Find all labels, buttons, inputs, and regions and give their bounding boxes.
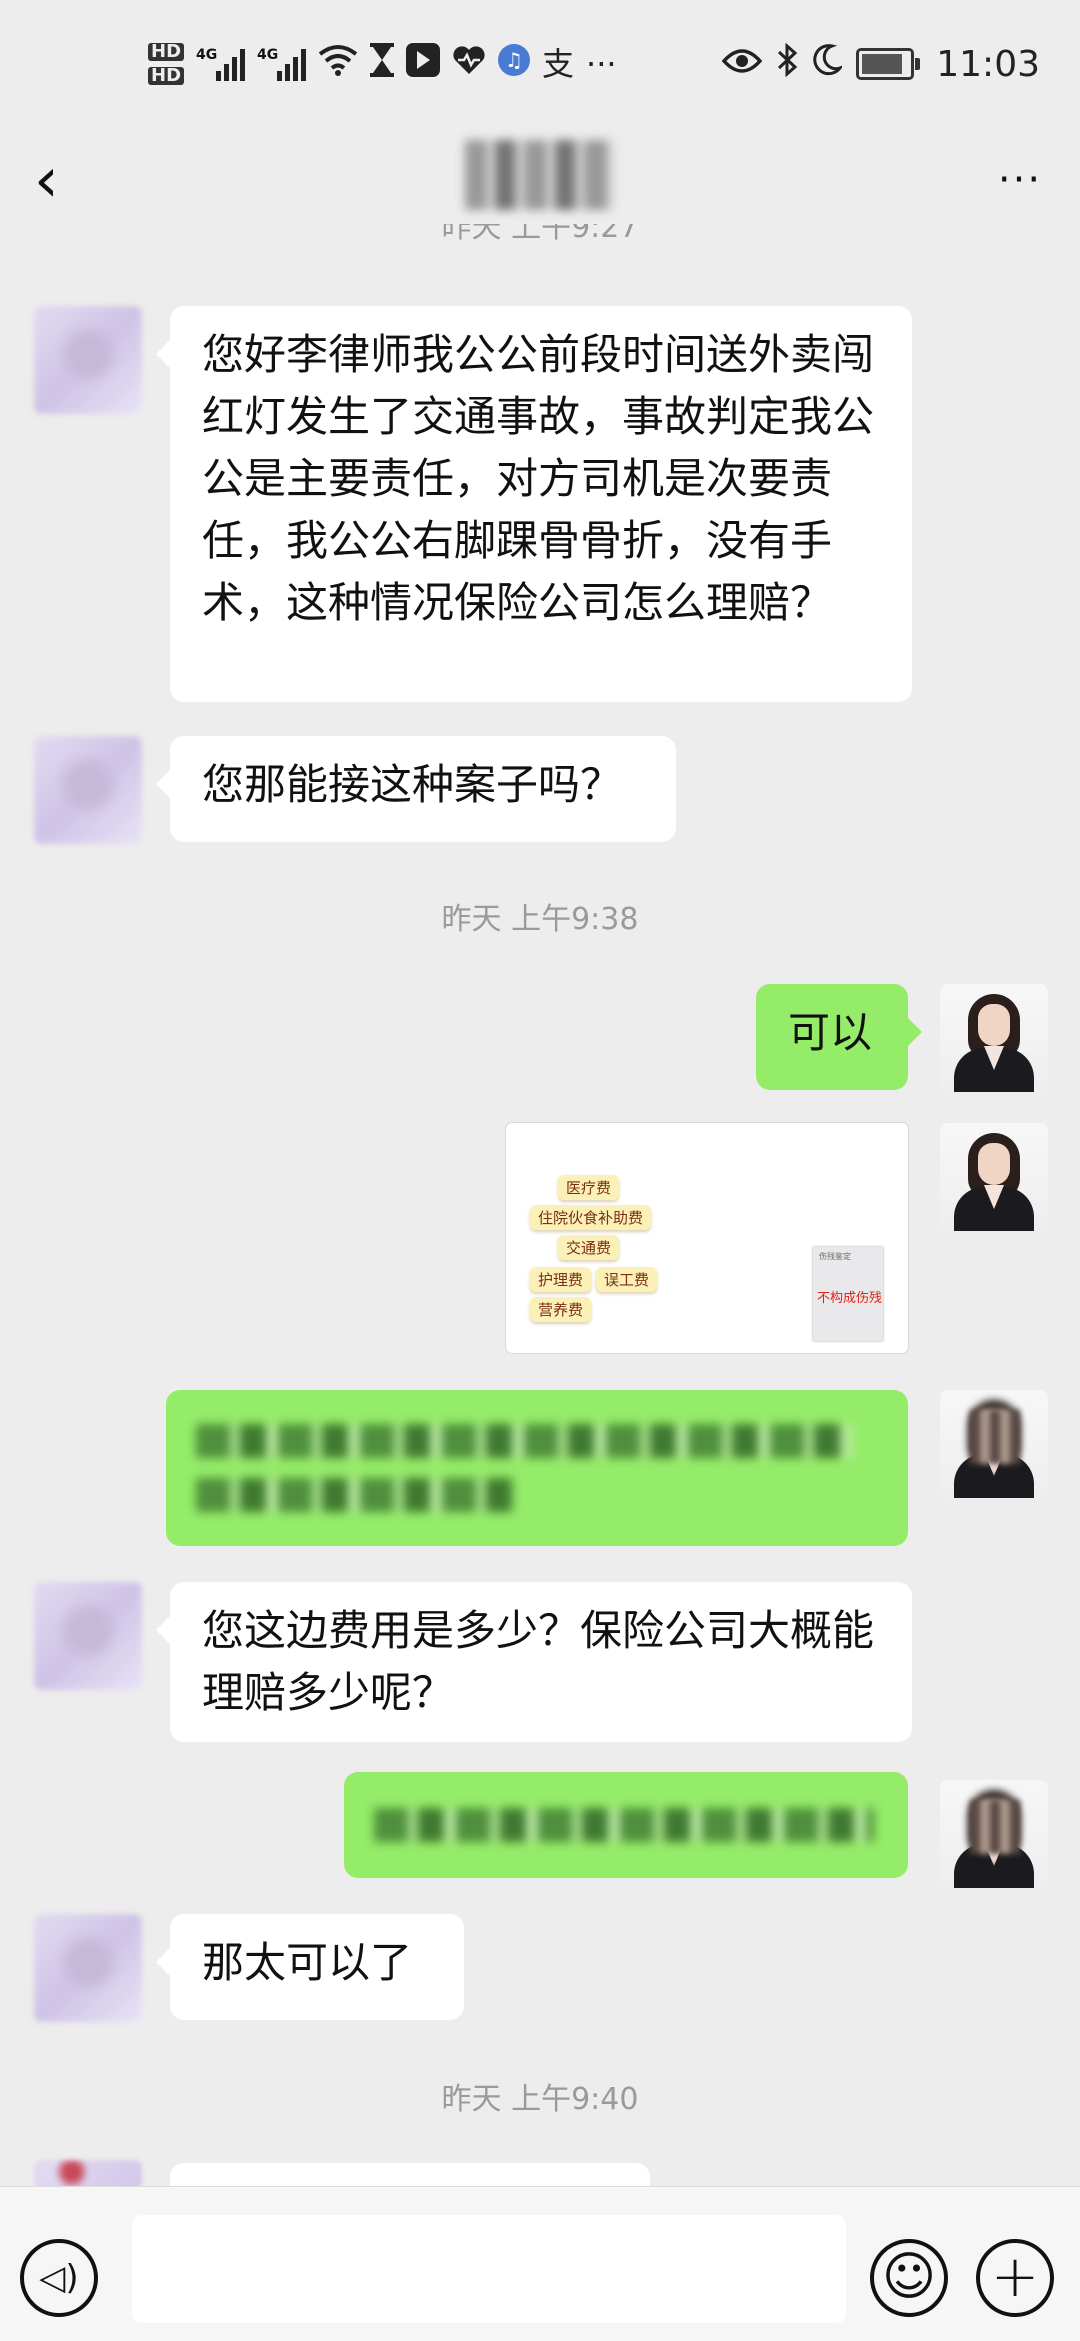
message-bubble-incoming[interactable]: 您这边费用是多少？保险公司大概能理赔多少呢？ bbox=[156, 1582, 912, 1742]
status-left: HD HD 4G 4G ♫ 支 ··· bbox=[148, 34, 617, 94]
message-bubble-incoming[interactable]: 您那能接这种案子吗？ bbox=[156, 736, 676, 842]
my-avatar[interactable] bbox=[940, 984, 1048, 1092]
contact-avatar[interactable] bbox=[34, 306, 142, 414]
image-tag: 营养费 bbox=[530, 1297, 592, 1322]
more-functions-icon[interactable]: + bbox=[976, 2239, 1054, 2317]
voice-input-icon[interactable]: ◁) bbox=[20, 2239, 98, 2317]
hd-indicator: HD HD bbox=[148, 43, 185, 85]
emoji-icon[interactable]: ☺ bbox=[870, 2239, 948, 2317]
message-bubble-incoming[interactable]: 您好李律师我公公前段时间送外卖闯红灯发生了交通事故，事故判定我公公是主要责任，对… bbox=[156, 306, 912, 702]
network-label-1: 4G bbox=[196, 47, 218, 63]
my-avatar[interactable] bbox=[940, 1390, 1048, 1498]
bluetooth-icon bbox=[776, 42, 798, 86]
hd-label-1: HD bbox=[148, 43, 185, 61]
message-bubble-outgoing[interactable] bbox=[344, 1772, 908, 1878]
app-icon bbox=[406, 42, 441, 86]
image-tag: 住院伙食补助费 bbox=[530, 1205, 652, 1230]
timestamp: 昨天 上午9:38 bbox=[441, 902, 639, 937]
more-options-icon[interactable]: ··· bbox=[990, 150, 1050, 210]
music-icon: ♫ bbox=[498, 43, 531, 85]
image-tag: 护理费 bbox=[530, 1267, 592, 1292]
hd-label-2: HD bbox=[148, 67, 185, 85]
my-avatar[interactable] bbox=[940, 1123, 1048, 1231]
image-tag: 医疗费 bbox=[558, 1175, 620, 1200]
document-thumbnail: 伤残鉴定 不构成伤残 bbox=[813, 1247, 883, 1341]
input-bar: ◁) ☺ + bbox=[0, 2186, 1080, 2341]
contact-avatar[interactable] bbox=[34, 736, 142, 844]
image-tag: 误工费 bbox=[596, 1267, 658, 1292]
eye-icon bbox=[721, 44, 763, 84]
back-icon[interactable]: ‹ bbox=[34, 149, 94, 211]
status-time: 11:03 bbox=[936, 43, 1040, 85]
wifi-icon bbox=[318, 44, 358, 85]
signal-icon-2: 4G bbox=[257, 47, 307, 81]
timestamp: 昨天 上午9:27 bbox=[441, 224, 639, 245]
network-label-2: 4G bbox=[257, 47, 279, 63]
status-right: 11:03 bbox=[721, 34, 1040, 94]
message-input[interactable] bbox=[132, 2215, 846, 2323]
more-notifications-icon: ··· bbox=[586, 45, 617, 83]
image-tag: 交通费 bbox=[558, 1235, 620, 1260]
chat-header: ‹ ··· bbox=[0, 130, 1080, 230]
hourglass-icon bbox=[370, 42, 395, 86]
message-bubble-incoming[interactable]: 那太可以了 bbox=[156, 1914, 464, 2020]
timestamp: 昨天 上午9:40 bbox=[441, 2082, 639, 2117]
chat-title bbox=[465, 140, 615, 210]
alipay-icon: 支 bbox=[542, 45, 575, 83]
message-bubble-outgoing[interactable]: 可以 bbox=[756, 984, 922, 1090]
battery-icon bbox=[856, 48, 921, 80]
signal-icon-1: 4G bbox=[196, 47, 246, 81]
contact-avatar[interactable] bbox=[34, 1582, 142, 1690]
message-bubble-outgoing[interactable] bbox=[166, 1390, 908, 1546]
document-stamp-text: 不构成伤残 bbox=[817, 1291, 883, 1306]
image-message[interactable]: 医疗费 住院伙食补助费 交通费 护理费 误工费 营养费 伤残鉴定 不构成伤残 bbox=[506, 1123, 908, 1353]
heart-icon bbox=[452, 44, 486, 84]
moon-icon bbox=[812, 43, 845, 85]
svg-text:♫: ♫ bbox=[505, 48, 523, 72]
my-avatar[interactable] bbox=[940, 1780, 1048, 1888]
contact-avatar[interactable] bbox=[34, 1914, 142, 2022]
document-header: 伤残鉴定 bbox=[819, 1252, 851, 1261]
status-bar: HD HD 4G 4G ♫ 支 ··· 11:03 bbox=[0, 0, 1080, 130]
